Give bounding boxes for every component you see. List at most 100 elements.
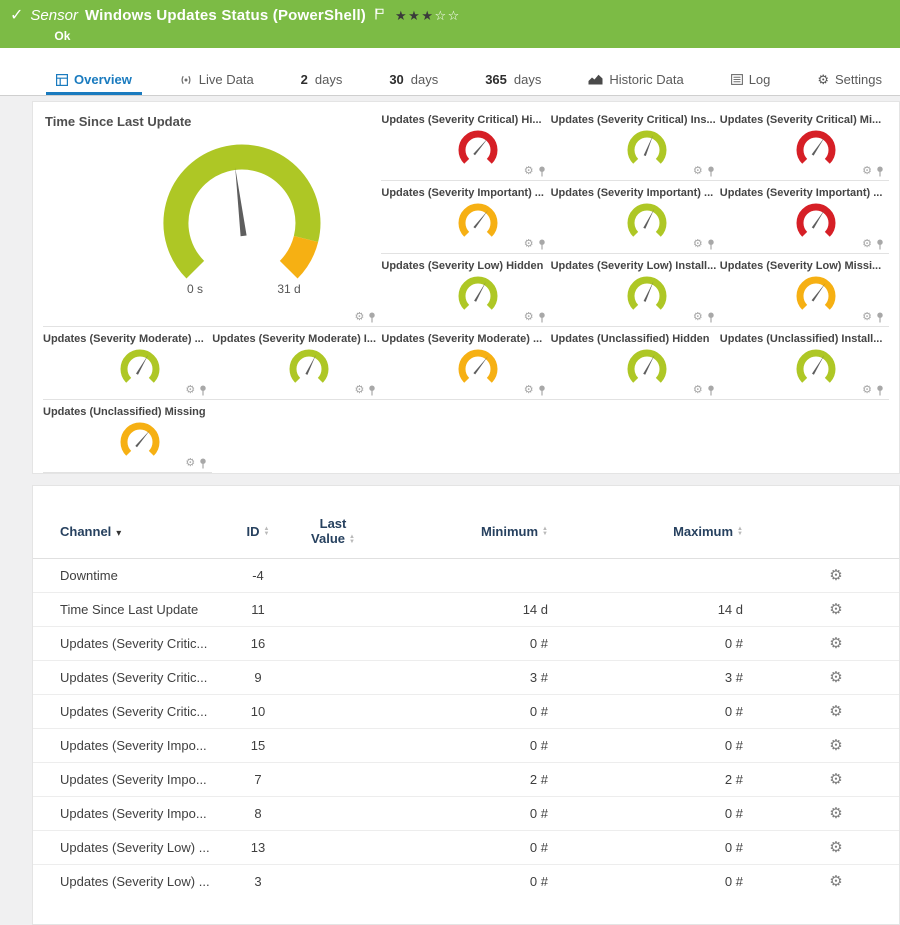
column-header-actions [773, 486, 899, 559]
sort-icon[interactable]: ▲▼ [542, 527, 548, 537]
gauge-settings-gear-icon[interactable]: ⚙ [693, 385, 703, 396]
channel-row-2[interactable]: Time Since Last Update1114 d14 d⚙ [33, 593, 899, 627]
star-filled-icon[interactable]: ★ [395, 8, 408, 23]
channel-name[interactable]: Updates (Severity Critic... [33, 661, 233, 695]
gauge-pin-icon[interactable] [368, 312, 376, 323]
star-empty-icon[interactable]: ☆ [434, 8, 447, 23]
channel-edit-gear-icon[interactable]: ⚙ [829, 839, 842, 856]
column-header-minimum[interactable]: Minimum▲▼ [383, 486, 578, 559]
gauge-pin-icon[interactable] [538, 385, 546, 396]
gauge-pin-icon[interactable] [707, 166, 715, 177]
gauge-pin-icon[interactable] [876, 166, 884, 177]
gauge-settings-gear-icon[interactable]: ⚙ [185, 458, 195, 469]
channel-actions: ⚙ [773, 661, 899, 695]
channels-table-panel: Channel▾ ID▲▼ Last Value▲▼ Minimum▲▼ [32, 485, 900, 925]
gauge-settings-gear-icon[interactable]: ⚙ [524, 312, 534, 323]
gauge-settings-gear-icon[interactable]: ⚙ [693, 166, 703, 177]
channel-name[interactable]: Updates (Severity Low) ... [33, 865, 233, 899]
channel-edit-gear-icon[interactable]: ⚙ [829, 669, 842, 686]
gauge-settings-gear-icon[interactable]: ⚙ [524, 385, 534, 396]
channel-row-3[interactable]: Updates (Severity Critic...160 #0 #⚙ [33, 627, 899, 661]
tab-overview[interactable]: Overview [46, 67, 142, 95]
star-empty-icon[interactable]: ☆ [448, 8, 461, 23]
star-filled-icon[interactable]: ★ [408, 8, 421, 23]
tab-365-days[interactable]: 365days [475, 67, 551, 95]
gauge-pin-icon[interactable] [876, 312, 884, 323]
channel-last-value [283, 627, 383, 661]
channel-name[interactable]: Updates (Severity Impo... [33, 763, 233, 797]
gauge-pin-icon[interactable] [538, 312, 546, 323]
channel-name[interactable]: Updates (Severity Critic... [33, 627, 233, 661]
tab-settings[interactable]: ⚙Settings [807, 67, 892, 95]
channel-name[interactable]: Updates (Severity Low) ... [33, 831, 233, 865]
gauge-settings-gear-icon[interactable]: ⚙ [693, 312, 703, 323]
gauge-pin-icon[interactable] [707, 385, 715, 396]
gauge-settings-gear-icon[interactable]: ⚙ [524, 239, 534, 250]
sort-icon[interactable]: ▲▼ [264, 527, 270, 537]
gauge-pin-icon[interactable] [538, 239, 546, 250]
channel-row-5[interactable]: Updates (Severity Critic...100 #0 #⚙ [33, 695, 899, 729]
gauge-panel-7: Updates (Severity Low) Hidden⚙ [381, 254, 550, 327]
gauge-panel-4: Updates (Severity Important) ...⚙ [381, 181, 550, 254]
channel-edit-gear-icon[interactable]: ⚙ [829, 635, 842, 652]
gauge-pin-icon[interactable] [707, 239, 715, 250]
channel-name[interactable]: Downtime [33, 559, 233, 593]
gauge-settings-gear-icon[interactable]: ⚙ [524, 166, 534, 177]
channel-name[interactable]: Time Since Last Update [33, 593, 233, 627]
channel-name[interactable]: Updates (Severity Impo... [33, 797, 233, 831]
tab-live-data[interactable]: Live Data [169, 67, 264, 95]
channel-gauge [620, 346, 674, 392]
gauge-pin-icon[interactable] [538, 166, 546, 177]
gauge-pin-icon[interactable] [876, 239, 884, 250]
channel-row-4[interactable]: Updates (Severity Critic...93 #3 #⚙ [33, 661, 899, 695]
gauge-settings-gear-icon[interactable]: ⚙ [862, 239, 872, 250]
gauge-panel-15: Updates (Unclassified) Missing⚙ [43, 400, 212, 473]
channel-name[interactable]: Updates (Severity Critic... [33, 695, 233, 729]
channel-name[interactable]: Updates (Severity Impo... [33, 729, 233, 763]
channel-edit-gear-icon[interactable]: ⚙ [829, 567, 842, 584]
gauge-settings-gear-icon[interactable]: ⚙ [693, 239, 703, 250]
channel-edit-gear-icon[interactable]: ⚙ [829, 703, 842, 720]
gauge-pin-icon[interactable] [368, 385, 376, 396]
channel-edit-gear-icon[interactable]: ⚙ [829, 737, 842, 754]
channel-row-8[interactable]: Updates (Severity Impo...80 #0 #⚙ [33, 797, 899, 831]
historic-data-icon [588, 74, 603, 85]
tab-historic-data[interactable]: Historic Data [578, 67, 693, 95]
gauge-settings-gear-icon[interactable]: ⚙ [185, 385, 195, 396]
gauge-pin-icon[interactable] [199, 458, 207, 469]
tab-log[interactable]: Log [721, 67, 781, 95]
gauge-settings-gear-icon[interactable]: ⚙ [862, 166, 872, 177]
gauge-settings-gear-icon[interactable]: ⚙ [862, 312, 872, 323]
sort-dropdown-caret-icon[interactable]: ▾ [116, 528, 121, 539]
flag-icon[interactable] [375, 8, 384, 20]
channel-edit-gear-icon[interactable]: ⚙ [829, 873, 842, 890]
channel-edit-gear-icon[interactable]: ⚙ [829, 601, 842, 618]
gauge-pin-icon[interactable] [707, 312, 715, 323]
channel-row-10[interactable]: Updates (Severity Low) ...30 #0 #⚙ [33, 865, 899, 899]
column-header-channel[interactable]: Channel▾ [33, 486, 233, 559]
star-filled-icon[interactable]: ★ [421, 8, 434, 23]
channel-maximum: 0 # [578, 831, 773, 865]
sensor-title: Windows Updates Status (PowerShell) [85, 7, 366, 25]
channel-row-7[interactable]: Updates (Severity Impo...72 #2 #⚙ [33, 763, 899, 797]
channel-row-1[interactable]: Downtime-4⚙ [33, 559, 899, 593]
channel-edit-gear-icon[interactable]: ⚙ [829, 805, 842, 822]
channel-minimum: 0 # [383, 831, 578, 865]
column-header-last-value[interactable]: Last Value▲▼ [283, 486, 383, 559]
gauge-settings-gear-icon[interactable]: ⚙ [862, 385, 872, 396]
channel-row-6[interactable]: Updates (Severity Impo...150 #0 #⚙ [33, 729, 899, 763]
tab-30-days[interactable]: 30days [379, 67, 448, 95]
gauge-settings-gear-icon[interactable]: ⚙ [355, 312, 365, 323]
priority-stars[interactable]: ★★★☆☆ [395, 7, 461, 25]
column-header-id[interactable]: ID▲▼ [233, 486, 283, 559]
channel-edit-gear-icon[interactable]: ⚙ [829, 771, 842, 788]
gauge-pin-icon[interactable] [876, 385, 884, 396]
gauge-pin-icon[interactable] [199, 385, 207, 396]
channel-row-9[interactable]: Updates (Severity Low) ...130 #0 #⚙ [33, 831, 899, 865]
sort-icon[interactable]: ▲▼ [737, 527, 743, 537]
gauge-settings-gear-icon[interactable]: ⚙ [355, 385, 365, 396]
gauge-panel-2: Updates (Severity Critical) Ins...⚙ [551, 108, 720, 181]
sort-icon[interactable]: ▲▼ [349, 535, 355, 545]
column-header-maximum[interactable]: Maximum▲▼ [578, 486, 773, 559]
tab-2-days[interactable]: 2days [291, 67, 353, 95]
